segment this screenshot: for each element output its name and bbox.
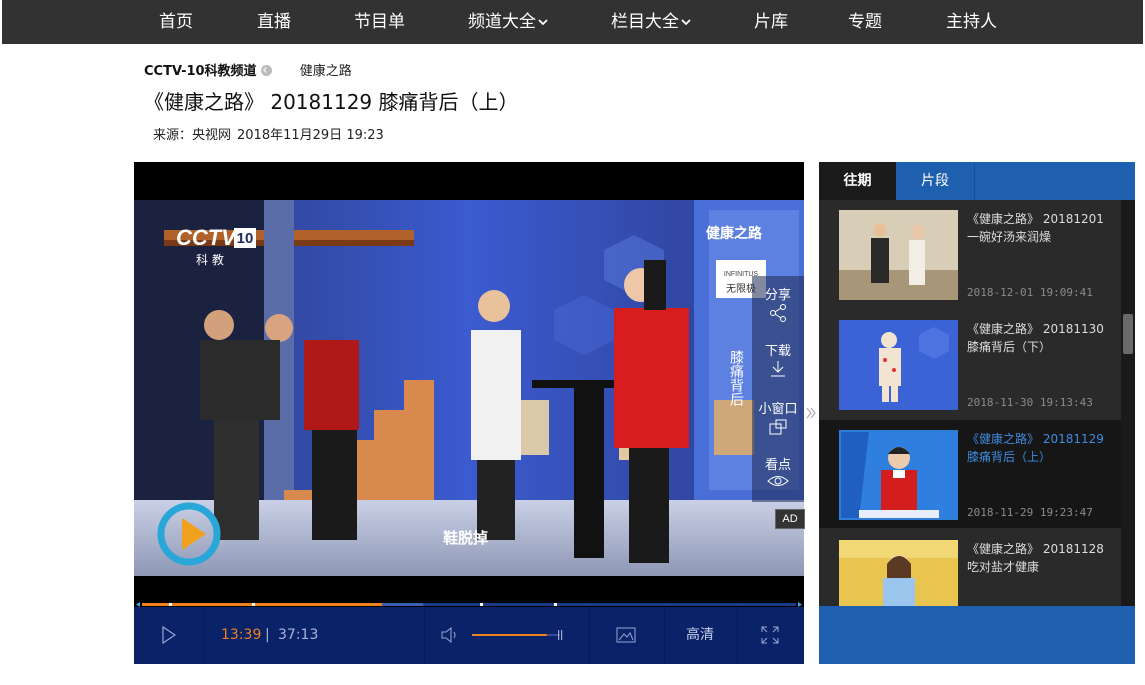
chevron-down-icon [538, 19, 548, 26]
volume-level [472, 634, 547, 636]
top-navigation-bar: 首页 直播 节目单 频道大全 栏目大全 片库 专题 主持人 [2, 0, 1143, 44]
episode-title: 《健康之路》 20181130 [967, 322, 1104, 336]
tab-clips[interactable]: 片段 [896, 162, 975, 200]
fullscreen-icon[interactable] [761, 626, 779, 644]
source-label: 来源：央视网 [153, 128, 232, 143]
panel-tabs: 往期 片段 [819, 162, 1135, 200]
download-icon [771, 361, 785, 377]
episode-thumbnail [839, 540, 958, 606]
episode-thumbnail [839, 430, 958, 520]
nav-item-channels[interactable]: 频道大全 [468, 0, 548, 44]
volume-icon[interactable] [441, 627, 459, 643]
episode-item[interactable]: 《健康之路》 20181130 膝痛背后（下） 2018-11-30 19:13… [819, 310, 1121, 418]
chapter-marker[interactable] [252, 603, 255, 606]
time-separator: | [265, 627, 270, 643]
share-button[interactable]: 分享 [752, 284, 804, 327]
breadcrumb-column[interactable]: 健康之路 [300, 64, 352, 79]
nav-item-schedule[interactable]: 节目单 [354, 0, 405, 44]
episode-date: 2018-11-29 19:23:47 [967, 506, 1093, 519]
episode-panel: 往期 片段 《健康之路》 20181201 一碗好汤来润燥 2018-12-01… [819, 162, 1135, 664]
chapter-marker[interactable] [554, 603, 557, 606]
volume-handle[interactable] [558, 630, 560, 640]
chevron-down-icon [681, 19, 691, 26]
episode-item[interactable]: 《健康之路》 20181128 吃对盐才健康 [819, 530, 1121, 606]
ad-badge[interactable]: AD [775, 509, 805, 529]
breadcrumb-channel[interactable]: CCTV-10科教频道 [144, 64, 257, 79]
video-side-text: 膝痛背后 [728, 350, 744, 406]
volume-handle[interactable] [561, 630, 563, 640]
nav-item-home[interactable]: 首页 [159, 0, 193, 44]
episode-thumbnail [839, 320, 958, 410]
episode-date: 2018-12-01 19:09:41 [967, 286, 1093, 299]
episode-subtitle: 膝痛背后（上） [967, 450, 1052, 464]
episode-subtitle: 膝痛背后（下） [967, 340, 1052, 354]
chapter-marker[interactable] [480, 603, 483, 606]
cctv-logo: CCTV [176, 225, 238, 250]
scrollbar-thumb[interactable] [1123, 314, 1133, 354]
tab-past-episodes[interactable]: 往期 [819, 162, 896, 200]
eye-icon [767, 476, 789, 486]
breadcrumb: CCTV-10科教频道 健康之路 [144, 60, 352, 79]
current-time: 13:39 [221, 627, 262, 643]
video-caption: 鞋脱掉 [443, 529, 488, 547]
nav-item-live[interactable]: 直播 [257, 0, 291, 44]
video-frame[interactable]: INFINITUS 无限极 健康之路 膝痛背后 CCTV 10 科 教 鞋脱掉 [134, 200, 804, 576]
episode-subtitle: 一碗好汤来润燥 [967, 230, 1052, 244]
page-title: 《健康之路》 20181129 膝痛背后（上） [144, 90, 519, 114]
mini-window-icon [769, 419, 787, 435]
channel-number: 10 [237, 230, 254, 247]
video-scene: INFINITUS 无限极 健康之路 膝痛背后 CCTV 10 科 教 鞋脱掉 [134, 200, 804, 576]
panel-footer [819, 606, 1135, 664]
collapse-panel-icon[interactable] [806, 406, 816, 420]
episode-item-current[interactable]: 《健康之路》 20181129 膝痛背后（上） 2018-11-29 19:23… [819, 420, 1121, 528]
play-icon[interactable] [162, 626, 176, 644]
nav-item-topics[interactable]: 专题 [848, 0, 882, 44]
show-logo: 健康之路 [706, 225, 763, 242]
verified-icon [260, 65, 272, 76]
episode-list-scrollbar[interactable] [1121, 200, 1135, 606]
nav-item-hosts[interactable]: 主持人 [946, 0, 997, 44]
side-tools-panel: 分享 下载 小窗口 看点 [752, 276, 804, 502]
progress-played [142, 603, 383, 606]
chapter-marker[interactable] [169, 603, 172, 606]
nav-item-columns[interactable]: 栏目大全 [611, 0, 691, 44]
episode-title: 《健康之路》 20181129 [967, 432, 1104, 446]
highlights-button[interactable]: 看点 [752, 454, 804, 493]
volume-slider[interactable] [472, 629, 568, 641]
nav-item-library[interactable]: 片库 [754, 0, 788, 44]
page-meta: 来源：央视网 2018年11月29日 19:23 [153, 124, 390, 143]
publish-datetime: 2018年11月29日 19:23 [237, 128, 384, 143]
quality-button[interactable]: 高清 [686, 607, 714, 664]
mini-window-button[interactable]: 小窗口 [752, 398, 804, 441]
channel-name: 科 教 [196, 252, 224, 267]
episode-date: 2018-11-30 19:13:43 [967, 396, 1093, 409]
episode-title: 《健康之路》 20181128 [967, 542, 1104, 556]
episode-subtitle: 吃对盐才健康 [967, 560, 1040, 574]
episode-item[interactable]: 《健康之路》 20181201 一碗好汤来润燥 2018-12-01 19:09… [819, 200, 1121, 308]
total-duration: 37:13 [278, 627, 319, 643]
player-controls: 13:39 | 37:13 高清 [134, 607, 804, 664]
share-icon [770, 304, 786, 322]
snapshot-icon[interactable] [616, 627, 636, 643]
episode-thumbnail [839, 210, 958, 300]
episode-title: 《健康之路》 20181201 [967, 212, 1104, 226]
download-button[interactable]: 下载 [752, 340, 804, 383]
episode-list: 《健康之路》 20181201 一碗好汤来润燥 2018-12-01 19:09… [819, 200, 1121, 606]
